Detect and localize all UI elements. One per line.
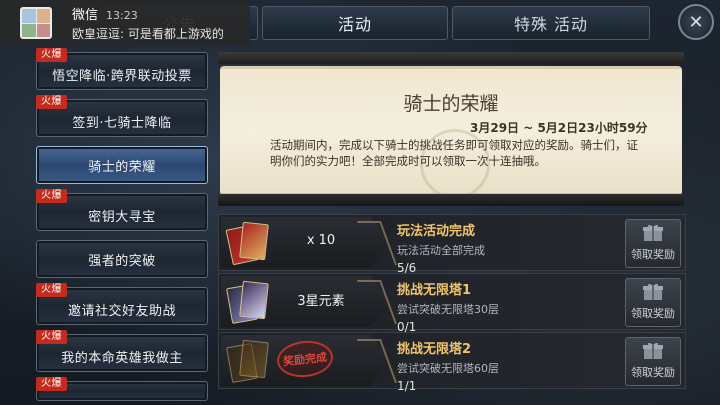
task-description: 尝试突破无限塔60层 [397,362,499,375]
task-progress: 1/1 [397,379,417,393]
tab-special-event[interactable]: 特殊 活动 [452,6,650,40]
card-pack-icon [225,219,273,267]
hot-badge: 火爆 [36,189,67,203]
reward-amount: x 10 [306,233,336,248]
claim-reward-button[interactable]: 领取奖励 [625,278,681,327]
claim-reward-button[interactable]: 领取奖励 [625,219,681,268]
event-item-breakthrough[interactable]: 强者的突破 [36,240,208,278]
hot-badge: 火爆 [36,330,67,344]
task-row: x 10 玩法活动完成 玩法活动全部完成 5/6 领取奖励 [218,214,686,275]
hot-badge: 火爆 [36,283,67,297]
claim-label: 领取奖励 [631,307,675,320]
event-item-signin[interactable]: 火爆 签到·七骑士降临 [36,95,208,137]
notification-banner[interactable]: 微信 13:23 欧皇逗逗: 可是看都上游戏的 [0,0,250,46]
event-detail-panel: 骑士的荣耀 3月29日 ~ 5月2日23小时59分 活动期间内，完成以下骑士的挑… [220,66,682,199]
element-card-icon [225,278,273,326]
event-item-partial[interactable]: 火爆 [36,377,208,401]
event-item-hero-vote[interactable]: 火爆 我的本命英雄我做主 [36,330,208,372]
notification-time: 13:23 [106,9,138,22]
card-pack-icon [225,337,273,385]
event-item-invite-friends[interactable]: 火爆 邀请社交好友助战 [36,283,208,325]
event-list: 火爆 悟空降临·跨界联动投票 火爆 签到·七骑士降临 骑士的荣耀 火爆 密钥大寻… [36,48,208,405]
task-row: 奖励完成 挑战无限塔2 尝试突破无限塔60层 1/1 领取奖励 [218,332,686,393]
hot-badge: 火爆 [36,48,67,62]
claim-reward-button[interactable]: 领取奖励 [625,337,681,386]
event-item-label: 悟空降临·跨界联动投票 [52,68,192,84]
scroll-top-roller [218,52,684,64]
gift-icon [643,342,663,359]
claim-label: 领取奖励 [631,366,675,379]
notification-message: 欧皇逗逗: 可是看都上游戏的 [72,27,224,41]
gift-icon [643,283,663,300]
event-date: 3月29日 ~ 5月2日23小时59分 [470,121,648,135]
event-item-label: 邀请社交好友助战 [67,303,176,319]
event-description: 活动期间内，完成以下骑士的挑战任务即可领取对应的奖励。骑士们，证明你们的实力吧！… [270,138,638,168]
task-description: 尝试突破无限塔30层 [397,303,499,316]
event-item-label: 密钥大寻宝 [88,209,156,225]
task-title: 挑战无限塔1 [397,283,472,298]
event-item-label: 强者的突破 [88,253,156,269]
event-item-wukong[interactable]: 火爆 悟空降临·跨界联动投票 [36,48,208,90]
tab-event[interactable]: 活动 [262,6,448,40]
notification-app: 微信 [72,8,99,23]
task-title: 玩法活动完成 [397,224,476,239]
event-title: 骑士的荣耀 [403,93,499,115]
gift-icon [643,224,663,241]
close-button[interactable]: ✕ [678,4,714,40]
event-item-label: 我的本命英雄我做主 [61,350,183,366]
task-title: 挑战无限塔2 [397,342,472,357]
reward-amount: 3星元素 [297,294,345,309]
scroll-bottom-roller [218,194,684,206]
event-item-knight-glory[interactable]: 骑士的荣耀 [36,146,208,184]
event-item-key-hunt[interactable]: 火爆 密钥大寻宝 [36,189,208,231]
task-description: 玩法活动全部完成 [397,244,485,257]
avatar [20,7,52,39]
hot-badge: 火爆 [36,95,67,109]
task-list: x 10 玩法活动完成 玩法活动全部完成 5/6 领取奖励 3星元素 挑战无限塔… [218,214,686,393]
close-icon: ✕ [688,11,704,33]
task-row: 3星元素 挑战无限塔1 尝试突破无限塔30层 0/1 领取奖励 [218,273,686,334]
claim-label: 领取奖励 [631,248,675,261]
hot-badge: 火爆 [36,377,67,391]
event-item-label: 骑士的荣耀 [88,159,156,175]
event-item-label: 签到·七骑士降临 [72,115,172,131]
